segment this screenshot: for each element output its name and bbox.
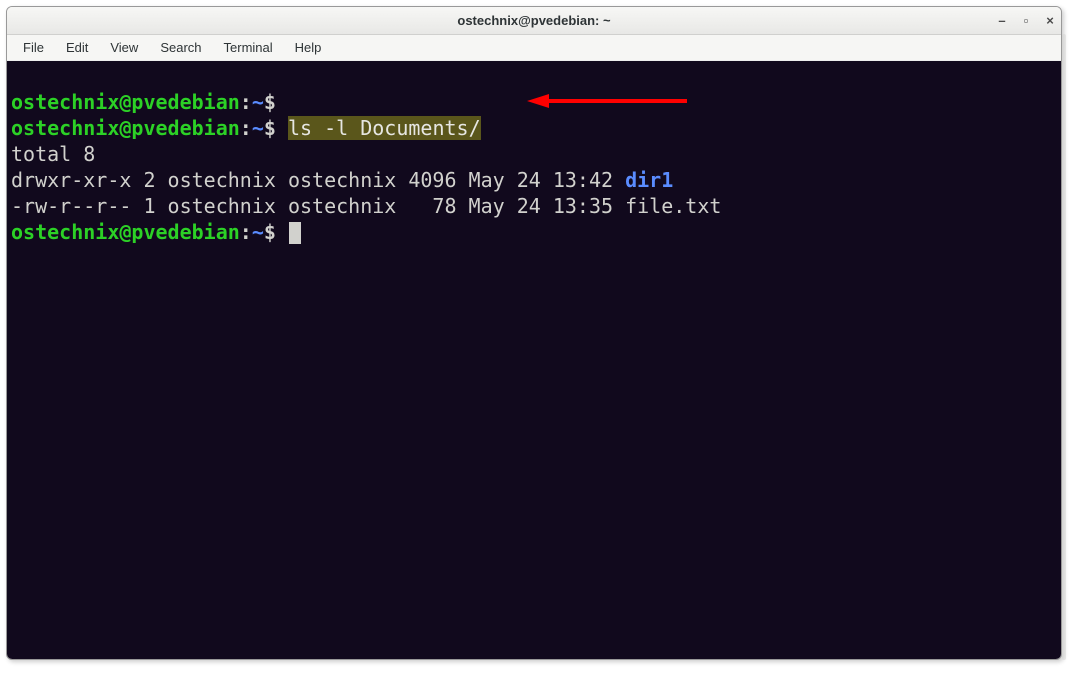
titlebar[interactable]: ostechnix@pvedebian: ~ – ▫ × [7, 7, 1061, 35]
menu-file[interactable]: File [13, 38, 54, 57]
menu-edit[interactable]: Edit [56, 38, 98, 57]
output-total: total 8 [11, 142, 95, 166]
prompt-user: ostechnix@pvedebian [11, 90, 240, 114]
prompt-colon: : [240, 90, 252, 114]
annotation-arrow-icon [527, 92, 687, 110]
cursor [289, 222, 301, 244]
menu-view[interactable]: View [100, 38, 148, 57]
prompt-path: ~ [252, 90, 264, 114]
output-row-2: -rw-r--r-- 1 ostechnix ostechnix 78 May … [11, 194, 721, 218]
prompt-path: ~ [252, 116, 264, 140]
window-scrollbar[interactable] [1062, 34, 1066, 660]
prompt-line-1: ostechnix@pvedebian:~$ [11, 90, 288, 114]
maximize-button[interactable]: ▫ [1021, 14, 1031, 27]
output-row-1: drwxr-xr-x 2 ostechnix ostechnix 4096 Ma… [11, 168, 673, 192]
prompt-dollar: $ [264, 90, 276, 114]
prompt-line-3: ostechnix@pvedebian:~$ [11, 220, 301, 244]
prompt-dollar: $ [264, 220, 276, 244]
menu-terminal[interactable]: Terminal [214, 38, 283, 57]
menu-search[interactable]: Search [150, 38, 211, 57]
prompt-user: ostechnix@pvedebian [11, 220, 240, 244]
menubar: File Edit View Search Terminal Help [7, 35, 1061, 61]
terminal-pane[interactable]: ostechnix@pvedebian:~$ ostechnix@pvedebi… [7, 61, 1061, 659]
prompt-colon: : [240, 116, 252, 140]
close-button[interactable]: × [1045, 14, 1055, 27]
highlighted-command: ls -l Documents/ [288, 116, 481, 140]
prompt-line-2: ostechnix@pvedebian:~$ ls -l Documents/ [11, 116, 481, 140]
prompt-dollar: $ [264, 116, 276, 140]
prompt-user: ostechnix@pvedebian [11, 116, 240, 140]
minimize-button[interactable]: – [997, 14, 1007, 27]
row1-dirname: dir1 [625, 168, 673, 192]
row1-columns: drwxr-xr-x 2 ostechnix ostechnix 4096 Ma… [11, 168, 625, 192]
menu-help[interactable]: Help [285, 38, 332, 57]
window-title: ostechnix@pvedebian: ~ [7, 13, 1061, 28]
window-controls: – ▫ × [997, 7, 1055, 34]
terminal-window: ostechnix@pvedebian: ~ – ▫ × File Edit V… [6, 6, 1062, 660]
cmd-text-1 [276, 90, 288, 114]
prompt-colon: : [240, 220, 252, 244]
prompt-path: ~ [252, 220, 264, 244]
